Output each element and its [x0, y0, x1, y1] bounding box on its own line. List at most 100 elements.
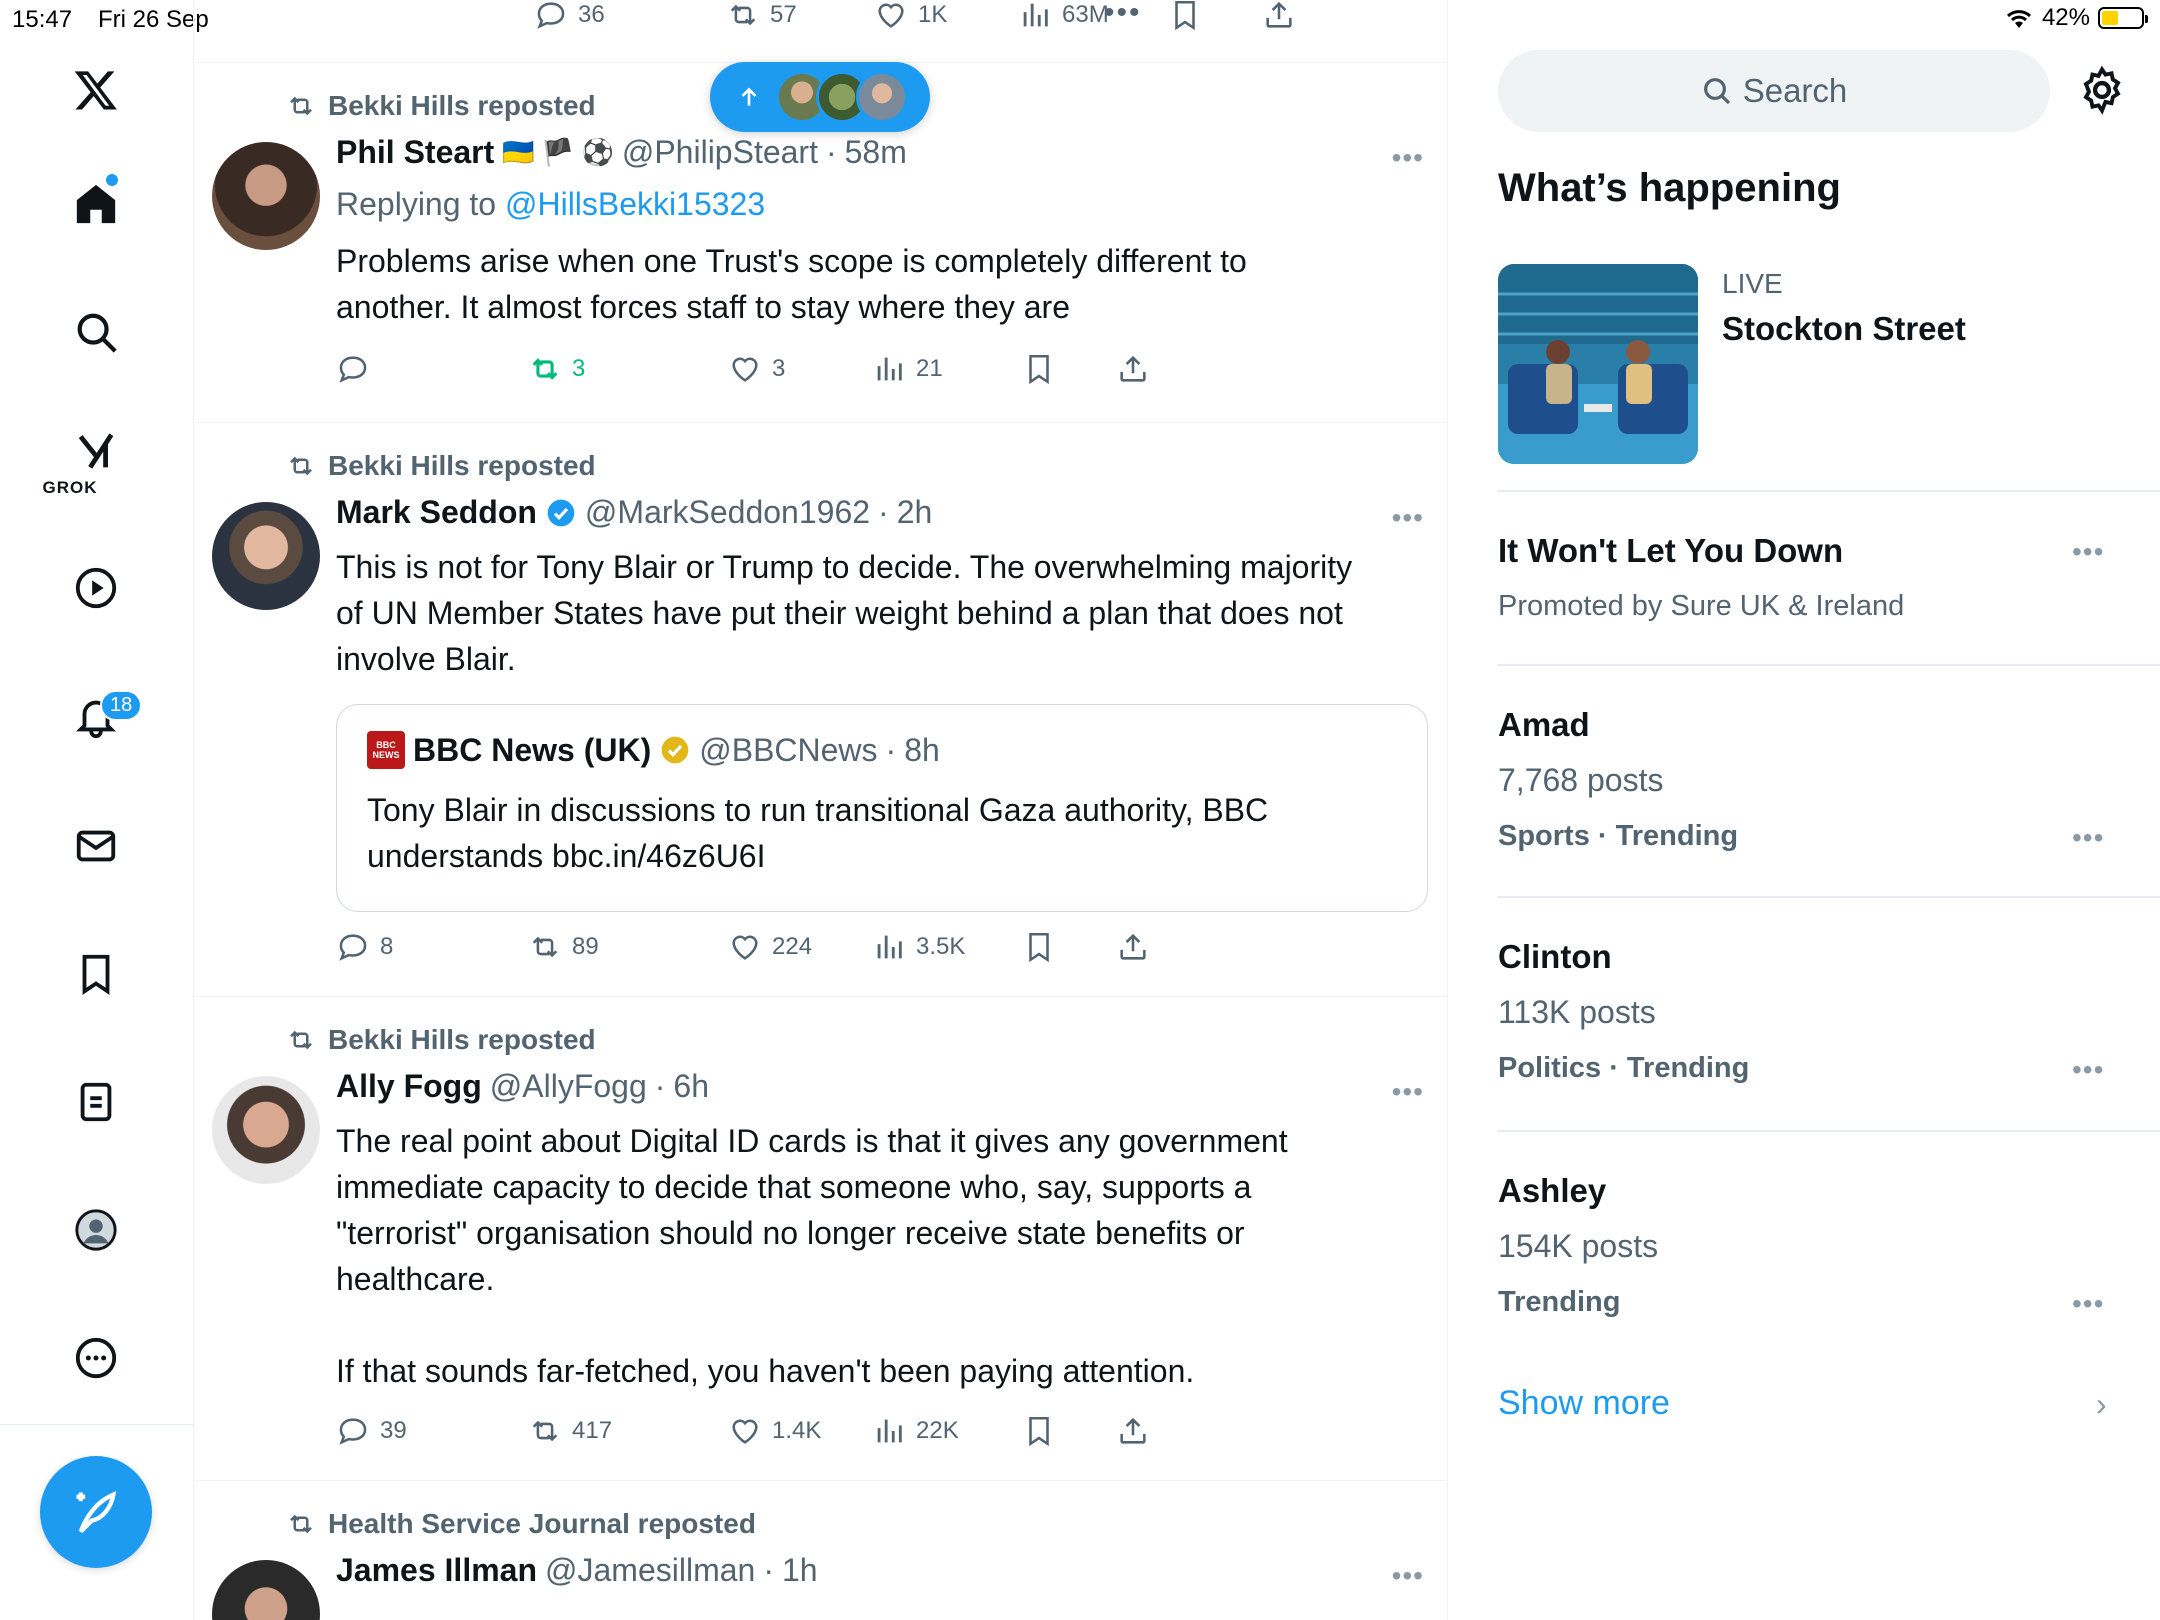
reposted-by: Health Service Journal reposted	[328, 1508, 756, 1539]
post-more-icon[interactable]: •••	[1392, 502, 1424, 534]
quoted-post[interactable]: BBC NEWS BBC News (UK) @BBCNews · 8h Ton…	[336, 704, 1428, 912]
new-posts-pill[interactable]	[710, 62, 930, 132]
promoted-title[interactable]: It Won't Let You Down	[1498, 532, 1843, 570]
bookmark-action[interactable]	[1022, 1414, 1056, 1448]
search-icon[interactable]	[68, 304, 124, 360]
sidebar-divider	[1498, 664, 2160, 666]
bookmark-action[interactable]	[1022, 930, 1056, 964]
settings-gear-icon[interactable]	[2076, 64, 2128, 116]
show-more-link[interactable]: Show more	[1498, 1384, 1670, 1423]
more-options-icon[interactable]	[68, 1330, 124, 1386]
repost-action[interactable]: 57	[726, 0, 797, 32]
author-handle[interactable]: @MarkSeddon1962	[585, 494, 870, 531]
post-ally-fogg[interactable]: Bekki Hills reposted Ally Fogg @AllyFogg…	[194, 996, 1447, 1480]
trend-category: Politics · Trending	[1498, 1052, 1750, 1084]
post-actions: 8 89 224 3.5K	[336, 930, 1336, 970]
repost-action[interactable]: 89	[528, 930, 599, 964]
compose-post-button[interactable]	[40, 1456, 152, 1568]
post-header: James Illman @Jamesillman · 1h	[336, 1552, 818, 1589]
profile-icon[interactable]	[68, 1202, 124, 1258]
repost-count: 3	[572, 355, 586, 382]
post-time[interactable]: 1h	[782, 1552, 818, 1589]
like-action[interactable]: 3	[728, 352, 785, 386]
share-action[interactable]	[1262, 0, 1296, 32]
promoted-more-icon[interactable]: •••	[2072, 536, 2104, 568]
avatar[interactable]	[212, 1076, 320, 1184]
new-post-avatar	[856, 71, 908, 123]
avatar[interactable]	[212, 502, 320, 610]
views-action[interactable]: 22K	[872, 1414, 959, 1448]
quoted-post-header: BBC NEWS BBC News (UK) @BBCNews · 8h	[367, 731, 940, 769]
dot-separator: ·	[885, 731, 897, 768]
author-handle[interactable]: @Jamesillman	[545, 1552, 755, 1589]
replying-to-link[interactable]: @HillsBekki15323	[505, 186, 765, 222]
quoted-post-text: Tony Blair in discussions to run transit…	[367, 792, 1269, 874]
views-count: 3.5K	[916, 933, 966, 960]
share-icon	[1120, 1417, 1146, 1444]
post-more-icon[interactable]: •••	[1392, 1076, 1424, 1108]
bookmark-action[interactable]	[1022, 352, 1056, 386]
share-action[interactable]	[1116, 1414, 1150, 1448]
x-logo-icon[interactable]	[68, 62, 124, 118]
grok-more-icon[interactable]: •••	[1104, 0, 1142, 30]
messages-icon[interactable]	[68, 818, 124, 874]
repost-small-icon	[290, 96, 312, 116]
reply-action[interactable]	[336, 352, 380, 386]
compose-feather-icon	[76, 1491, 117, 1534]
reply-action[interactable]: 36	[534, 0, 605, 32]
like-action[interactable]: 1K	[874, 0, 947, 32]
views-count: 21	[916, 355, 943, 382]
views-action[interactable]: 3.5K	[872, 930, 965, 964]
share-action[interactable]	[1116, 352, 1150, 386]
share-icon	[1266, 1, 1292, 28]
author-handle[interactable]: @AllyFogg	[490, 1068, 647, 1105]
bookmark-action[interactable]	[1168, 0, 1202, 32]
trend-title[interactable]: Amad	[1498, 706, 1590, 744]
share-action[interactable]	[1116, 930, 1150, 964]
reply-action[interactable]: 39	[336, 1414, 407, 1448]
post-time[interactable]: 2h	[897, 494, 933, 531]
trend-more-icon[interactable]: •••	[2072, 822, 2104, 854]
repost-action[interactable]: 3	[528, 352, 585, 386]
reply-action[interactable]: 8	[336, 930, 393, 964]
post-more-icon[interactable]: •••	[1392, 142, 1424, 174]
live-event-thumbnail[interactable]	[1498, 264, 1698, 464]
post-header: Phil Steart 🇺🇦 🏴 ⚽ @PhilipSteart · 58m	[336, 134, 907, 171]
like-action[interactable]: 1.4K	[728, 1414, 821, 1448]
post-more-icon[interactable]: •••	[1392, 1560, 1424, 1592]
repost-line: Bekki Hills reposted	[286, 1024, 596, 1056]
video-icon[interactable]	[68, 560, 124, 616]
author-handle[interactable]: @PhilipSteart	[622, 134, 818, 171]
post-header: Ally Fogg @AllyFogg · 6h	[336, 1068, 709, 1105]
author-name[interactable]: James Illman	[336, 1552, 537, 1589]
bookmark-icon	[1175, 0, 1195, 31]
views-action[interactable]: 63M	[1018, 0, 1109, 32]
author-flags: 🇺🇦 🏴 ⚽	[502, 137, 614, 167]
avatar[interactable]	[212, 142, 320, 250]
lists-icon[interactable]	[68, 1074, 124, 1130]
trend-title[interactable]: Clinton	[1498, 938, 1612, 976]
bookmarks-icon[interactable]	[68, 946, 124, 1002]
author-name[interactable]: Ally Fogg	[336, 1068, 482, 1105]
author-name[interactable]: Mark Seddon	[336, 494, 537, 531]
grok-icon[interactable]	[68, 424, 124, 480]
trend-category: Trending	[1498, 1286, 1621, 1318]
search-bar[interactable]: Search	[1498, 50, 2050, 132]
post-james-illman[interactable]: Health Service Journal reposted James Il…	[194, 1480, 1447, 1620]
trend-title[interactable]: Ashley	[1498, 1172, 1606, 1210]
repost-action[interactable]: 417	[528, 1414, 612, 1448]
trend-more-icon[interactable]: •••	[2072, 1288, 2104, 1320]
live-event-title[interactable]: Stockton Street	[1722, 310, 1966, 348]
author-name[interactable]: Phil Steart	[336, 134, 494, 171]
like-action[interactable]: 224	[728, 930, 812, 964]
sidebar-divider	[1498, 1130, 2160, 1132]
timeline-feed[interactable]: 36 57 1K 63M ••• Bekki Hills reposted Ph…	[194, 0, 1448, 1620]
post-time[interactable]: 58m	[845, 134, 907, 171]
post-time[interactable]: 6h	[673, 1068, 709, 1105]
post-mark-seddon[interactable]: Bekki Hills reposted Mark Seddon @MarkSe…	[194, 422, 1447, 996]
views-action[interactable]: 21	[872, 352, 943, 386]
post-actions: 39 417 1.4K 22K	[336, 1414, 1336, 1454]
avatar[interactable]	[212, 1560, 320, 1620]
repost-count: 57	[770, 1, 797, 28]
trend-more-icon[interactable]: •••	[2072, 1054, 2104, 1086]
